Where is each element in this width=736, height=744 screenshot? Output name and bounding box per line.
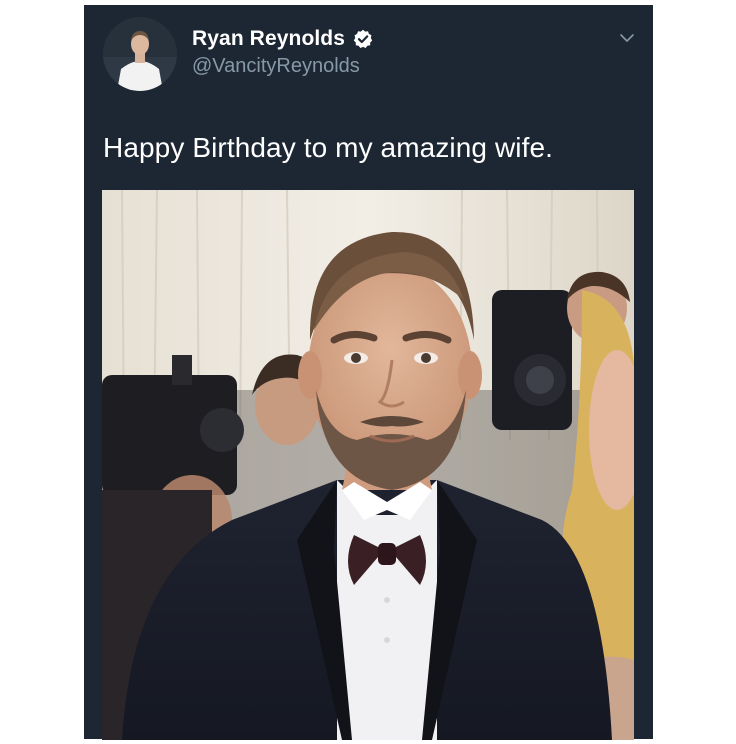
avatar[interactable] [103, 17, 177, 91]
display-name[interactable]: Ryan Reynolds [192, 27, 345, 51]
avatar-photo [103, 17, 177, 91]
name-row: Ryan Reynolds [192, 26, 373, 52]
tweet-text: Happy Birthday to my amazing wife. [103, 132, 554, 163]
tweet-photo[interactable] [102, 190, 634, 740]
user-handle[interactable]: @VancityReynolds [192, 55, 360, 78]
photo-illustration [102, 190, 634, 740]
tweet-card: Ryan Reynolds @VancityReynolds Happy Bir… [84, 5, 653, 740]
chevron-down-icon[interactable] [616, 31, 638, 45]
verified-badge-icon [353, 29, 373, 48]
